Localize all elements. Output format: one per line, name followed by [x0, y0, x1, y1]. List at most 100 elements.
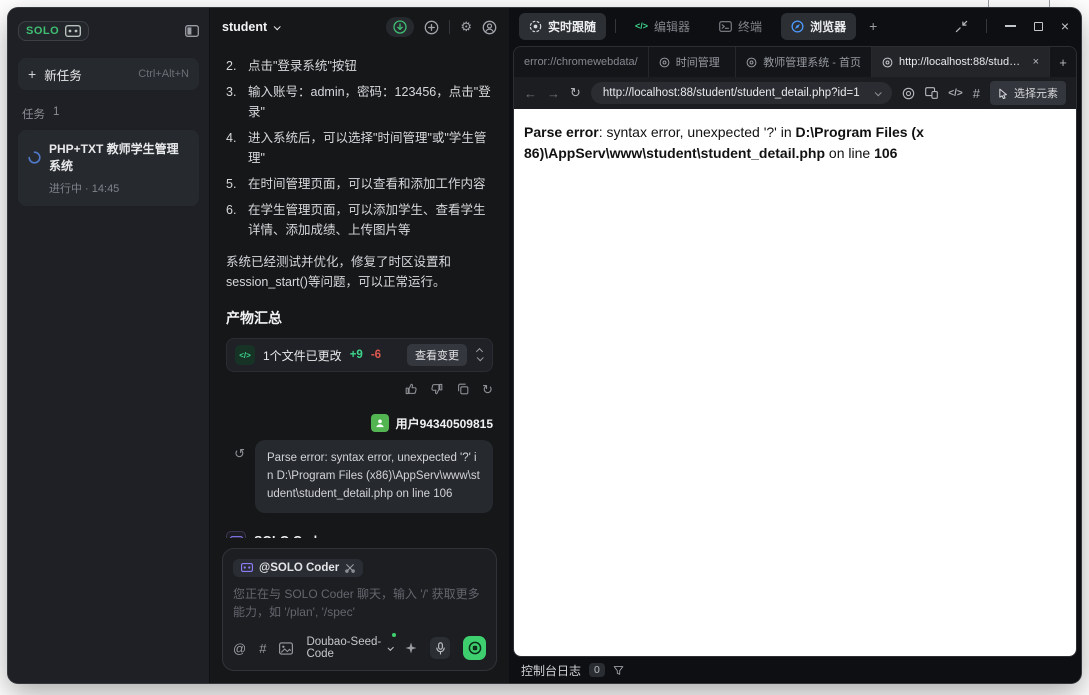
assistant-note: 系统已经测试并优化，修复了时区设置和session_start()等问题，可以正…	[226, 255, 452, 289]
copy-icon[interactable]	[456, 382, 470, 398]
deploy-status-button[interactable]	[386, 8, 718, 37]
user-message-row: ↺ Parse error: syntax error, unexpected …	[226, 440, 493, 514]
instruction-step: 2. 点击"登录系统"按钮	[226, 59, 357, 73]
tasks-label: 任务	[22, 109, 45, 121]
browser-page[interactable]: Parse error: syntax error, unexpected '?…	[514, 109, 1076, 656]
new-tab-button[interactable]: +	[1050, 47, 1076, 77]
terminal-icon	[719, 20, 732, 32]
assistant-name: SOLO Coder	[254, 534, 329, 537]
url-text: http://localhost:88/student/student_deta…	[602, 87, 860, 99]
instruction-step: 4. 进入系统后，可以选择"时间管理"或"学生管理"	[226, 131, 487, 165]
collapse-sidebar-icon[interactable]	[185, 25, 199, 37]
regenerate-icon[interactable]: ↻	[482, 382, 493, 398]
reload-icon[interactable]: ↻	[570, 85, 581, 101]
retry-icon[interactable]: ↺	[234, 446, 245, 462]
browser-toolbar: ← → ↻ http://localhost:88/student/studen…	[514, 77, 1076, 109]
live-follow-icon	[529, 20, 542, 32]
thumbs-up-icon[interactable]	[404, 382, 418, 398]
model-name: Doubao-Seed-Code	[306, 636, 382, 660]
new-task-shortcut: Ctrl+Alt+N	[138, 68, 189, 80]
code-icon: </>	[635, 21, 649, 31]
tasks-section-header: 任务 1	[22, 106, 195, 122]
settings-gear-icon[interactable]: ⚙	[460, 19, 472, 35]
solo-logo-text: SOLO	[26, 25, 60, 37]
cassette-icon	[241, 563, 253, 572]
globe-icon	[882, 57, 893, 67]
account-icon[interactable]	[482, 20, 497, 35]
divider	[449, 20, 451, 34]
code-file-icon: </>	[235, 345, 255, 365]
minimize-button[interactable]	[1004, 25, 1016, 27]
chat-messages[interactable]: 2. 点击"登录系统"按钮 3. 输入账号：admin，密码：123456，点击"登…	[210, 46, 509, 538]
window-controls: ×	[955, 18, 1069, 34]
view-changes-button[interactable]: 查看变更	[407, 344, 467, 366]
topic-hash-icon[interactable]: #	[259, 641, 266, 656]
chat-input-box[interactable]: @SOLO Coder @ # Doubao-Seed-Code	[222, 547, 497, 671]
record-target-icon[interactable]	[902, 87, 915, 100]
deletions-count: -6	[370, 349, 382, 361]
mention-chip[interactable]: @SOLO Coder	[233, 558, 364, 577]
model-selector[interactable]: Doubao-Seed-Code	[306, 633, 397, 660]
browser-preview: error://chromewebdata/ 时间管理 教师管理系统 - 首页 …	[513, 46, 1077, 657]
instruction-step: 6. 在学生管理页面，可以添加学生、查看学生详情、添加成绩、上传图片等	[226, 203, 486, 237]
message-input[interactable]	[233, 585, 486, 629]
tab-browser[interactable]: 浏览器	[781, 12, 857, 40]
filter-funnel-icon[interactable]	[613, 665, 624, 676]
close-tab-icon[interactable]: ×	[1033, 56, 1039, 68]
artifacts-title: 产物汇总	[226, 310, 282, 326]
user-name: 用户94340509815	[395, 416, 493, 431]
divider	[615, 19, 617, 33]
enhance-sparkle-icon[interactable]	[405, 642, 417, 654]
add-panel-tab-button[interactable]: +	[865, 18, 881, 34]
task-item[interactable]: PHP+TXT 教师学生管理系统 进行中 · 14:45	[18, 130, 199, 206]
chat-panel: student ⚙ 2.点击"登录系统"按钮 3.输入账号：admin，密码	[210, 8, 718, 683]
microphone-button[interactable]	[430, 637, 451, 659]
task-status: 进行中 · 14:45	[49, 183, 120, 195]
tab-terminal[interactable]: 终端	[709, 13, 772, 40]
back-icon[interactable]: ←	[524, 86, 537, 101]
tab-editor[interactable]: </> 编辑器	[625, 13, 700, 40]
tab-live-follow[interactable]: 实时跟随	[519, 12, 607, 40]
session-selector[interactable]: student	[222, 20, 281, 34]
browser-tab[interactable]: error://chromewebdata/	[514, 47, 649, 77]
forward-icon[interactable]: →	[547, 86, 560, 101]
task-title: PHP+TXT 教师学生管理系统	[49, 142, 179, 173]
solo-logo: SOLO	[18, 21, 90, 41]
cassette-icon	[65, 25, 82, 37]
chevron-down-icon	[273, 22, 281, 30]
mention-label: @SOLO Coder	[259, 561, 340, 574]
php-parse-error-text: Parse error: syntax error, unexpected '?…	[524, 124, 924, 161]
browser-tab[interactable]: 时间管理	[649, 47, 737, 77]
browser-tab-active[interactable]: http://localhost:88/student/student_... …	[872, 47, 1050, 77]
new-chat-icon[interactable]	[424, 20, 439, 35]
chat-header: student ⚙	[210, 8, 718, 46]
view-source-icon[interactable]: </>	[948, 88, 962, 99]
file-change-row[interactable]: </> 1个文件已更改 +9 -6 查看变更	[226, 338, 493, 372]
console-log-label: 控制台日志	[521, 663, 582, 678]
mention-at-icon[interactable]: @	[233, 641, 246, 656]
message-actions: ↻	[226, 382, 493, 398]
new-task-button[interactable]: + 新任务 Ctrl+Alt+N	[18, 58, 199, 90]
maximize-button[interactable]	[1033, 21, 1043, 31]
console-log-bar[interactable]: 控制台日志 0	[513, 657, 1077, 683]
select-element-button[interactable]: 选择元素	[990, 81, 1066, 105]
browser-tab[interactable]: 教师管理系统 - 首页	[736, 47, 872, 77]
assistant-header: SOLO Coder	[226, 531, 493, 538]
globe-icon	[659, 57, 670, 67]
browser-tab-strip: error://chromewebdata/ 时间管理 教师管理系统 - 首页 …	[514, 47, 1076, 77]
url-bar[interactable]: http://localhost:88/student/student_deta…	[590, 82, 893, 104]
chevron-down-icon[interactable]	[874, 88, 883, 96]
close-button[interactable]: ×	[1061, 18, 1069, 34]
download-circle-icon	[393, 20, 407, 34]
task-progress-spinner-icon	[28, 150, 41, 164]
user-message-bubble: Parse error: syntax error, unexpected '?…	[255, 440, 493, 514]
exit-fullscreen-icon[interactable]	[955, 20, 968, 33]
stop-generation-button[interactable]	[463, 636, 486, 660]
attach-image-icon[interactable]	[279, 641, 294, 655]
console-hash-icon[interactable]: #	[973, 86, 980, 101]
plus-icon: +	[28, 66, 37, 82]
session-title: student	[222, 20, 268, 34]
thumbs-down-icon[interactable]	[430, 382, 444, 398]
expand-collapse-icon[interactable]	[475, 347, 484, 362]
responsive-device-icon[interactable]	[925, 87, 939, 99]
